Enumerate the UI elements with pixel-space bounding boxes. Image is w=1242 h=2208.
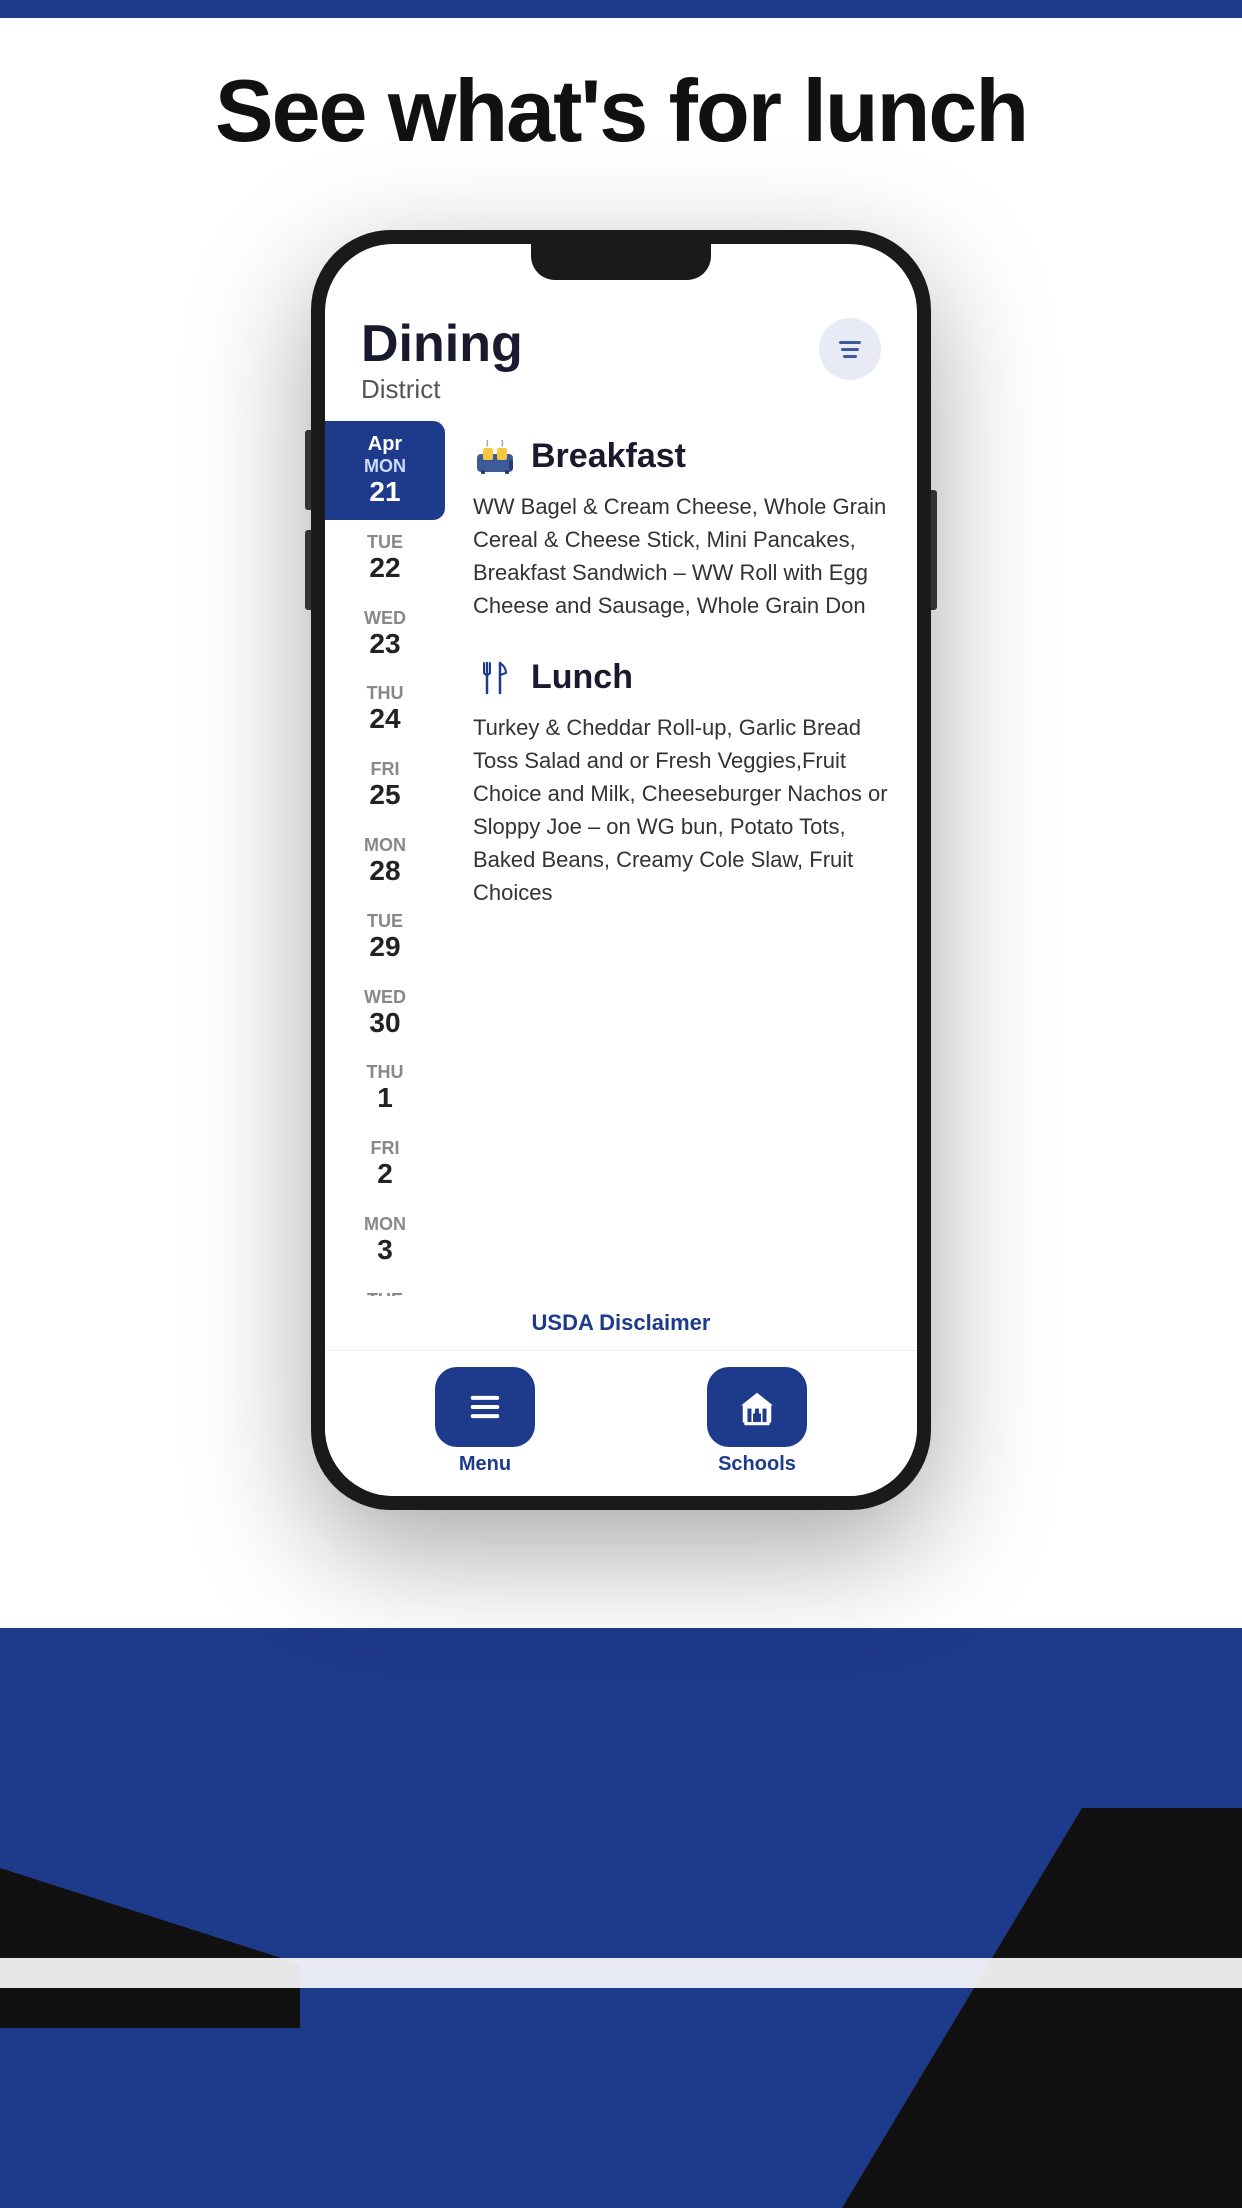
date-item-29[interactable]: TUE 29 — [325, 899, 445, 975]
nav-item-menu[interactable]: Menu — [435, 1367, 535, 1476]
breakfast-icon — [473, 439, 517, 475]
date-number: 29 — [341, 932, 429, 963]
date-day-name: FRI — [341, 759, 429, 780]
date-item-2[interactable]: FRI 2 — [325, 1126, 445, 1202]
date-sidebar: Apr MON 21 TUE 22 WED 23 THU 24 FRI 25 M… — [325, 421, 445, 1296]
date-number: 24 — [341, 704, 429, 735]
date-item-30[interactable]: WED 30 — [325, 975, 445, 1051]
date-number: 2 — [341, 1159, 429, 1190]
page-title: See what's for lunch — [0, 60, 1242, 162]
breakfast-description: WW Bagel & Cream Cheese, Whole Grain Cer… — [473, 490, 889, 622]
date-month: Apr — [341, 433, 429, 456]
decorative-shape-left — [0, 1868, 300, 2028]
date-number: 23 — [341, 629, 429, 660]
date-item-3[interactable]: MON 3 — [325, 1202, 445, 1278]
phone-screen: Dining District Apr MON — [325, 244, 917, 1496]
schools-nav-label: Schools — [718, 1453, 796, 1476]
date-day-name: FRI — [341, 1138, 429, 1159]
lunch-header: Lunch — [473, 658, 889, 697]
bottom-nav: Menu — [325, 1350, 917, 1496]
power-button — [931, 490, 937, 610]
date-day-name: MON — [341, 1214, 429, 1235]
date-day-name: TUE — [341, 911, 429, 932]
volume-up-button — [305, 430, 311, 510]
app-subtitle: District — [361, 374, 523, 405]
date-day-name: THU — [341, 1062, 429, 1083]
top-bar — [0, 0, 1242, 18]
decorative-stripe — [0, 1958, 1242, 1988]
menu-nav-label: Menu — [459, 1453, 511, 1476]
date-item-23[interactable]: WED 23 — [325, 596, 445, 672]
filter-button[interactable] — [819, 318, 881, 380]
date-day-name: WED — [341, 987, 429, 1008]
date-number: 22 — [341, 553, 429, 584]
lunch-section: Lunch Turkey & Cheddar Roll-up, Garlic B… — [473, 658, 889, 909]
decorative-shape-right — [842, 1808, 1242, 2208]
date-day-name: WED — [341, 608, 429, 629]
main-area: Apr MON 21 TUE 22 WED 23 THU 24 FRI 25 M… — [325, 421, 917, 1296]
schools-nav-icon-bg — [707, 1367, 807, 1447]
date-item-1[interactable]: THU 1 — [325, 1050, 445, 1126]
menu-content: Breakfast WW Bagel & Cream Cheese, Whole… — [445, 421, 917, 1296]
filter-icon — [839, 341, 861, 358]
date-day-name: TUE — [341, 1290, 429, 1296]
date-item-25[interactable]: FRI 25 — [325, 747, 445, 823]
lunch-icon — [473, 660, 517, 696]
app-header: Dining District — [325, 294, 917, 421]
breakfast-header: Breakfast — [473, 437, 889, 476]
nav-item-schools[interactable]: Schools — [707, 1367, 807, 1476]
phone-notch — [531, 244, 711, 280]
date-item-21[interactable]: Apr MON 21 — [325, 421, 445, 520]
date-item-24[interactable]: THU 24 — [325, 671, 445, 747]
usda-disclaimer[interactable]: USDA Disclaimer — [325, 1296, 917, 1350]
date-day-name: MON — [341, 456, 429, 477]
volume-down-button — [305, 530, 311, 610]
date-day-name: MON — [341, 835, 429, 856]
lunch-title: Lunch — [531, 658, 633, 697]
breakfast-section: Breakfast WW Bagel & Cream Cheese, Whole… — [473, 437, 889, 622]
school-icon — [738, 1388, 776, 1426]
date-number: 1 — [341, 1083, 429, 1114]
date-number: 3 — [341, 1235, 429, 1266]
date-number: 21 — [341, 477, 429, 508]
header-text: Dining District — [361, 318, 523, 405]
screen-content: Dining District Apr MON — [325, 244, 917, 1496]
date-day-name: THU — [341, 683, 429, 704]
date-item-4[interactable]: TUE 4 — [325, 1278, 445, 1296]
phone-mockup: Dining District Apr MON — [311, 230, 931, 1510]
date-day-name: TUE — [341, 532, 429, 553]
date-number: 28 — [341, 856, 429, 887]
menu-nav-icon-bg — [435, 1367, 535, 1447]
bottom-area — [0, 1628, 1242, 2208]
date-item-22[interactable]: TUE 22 — [325, 520, 445, 596]
menu-icon — [466, 1388, 504, 1426]
date-number: 30 — [341, 1008, 429, 1039]
breakfast-title: Breakfast — [531, 437, 686, 476]
date-item-28[interactable]: MON 28 — [325, 823, 445, 899]
date-number: 25 — [341, 780, 429, 811]
lunch-description: Turkey & Cheddar Roll-up, Garlic Bread T… — [473, 711, 889, 909]
app-title: Dining — [361, 318, 523, 370]
